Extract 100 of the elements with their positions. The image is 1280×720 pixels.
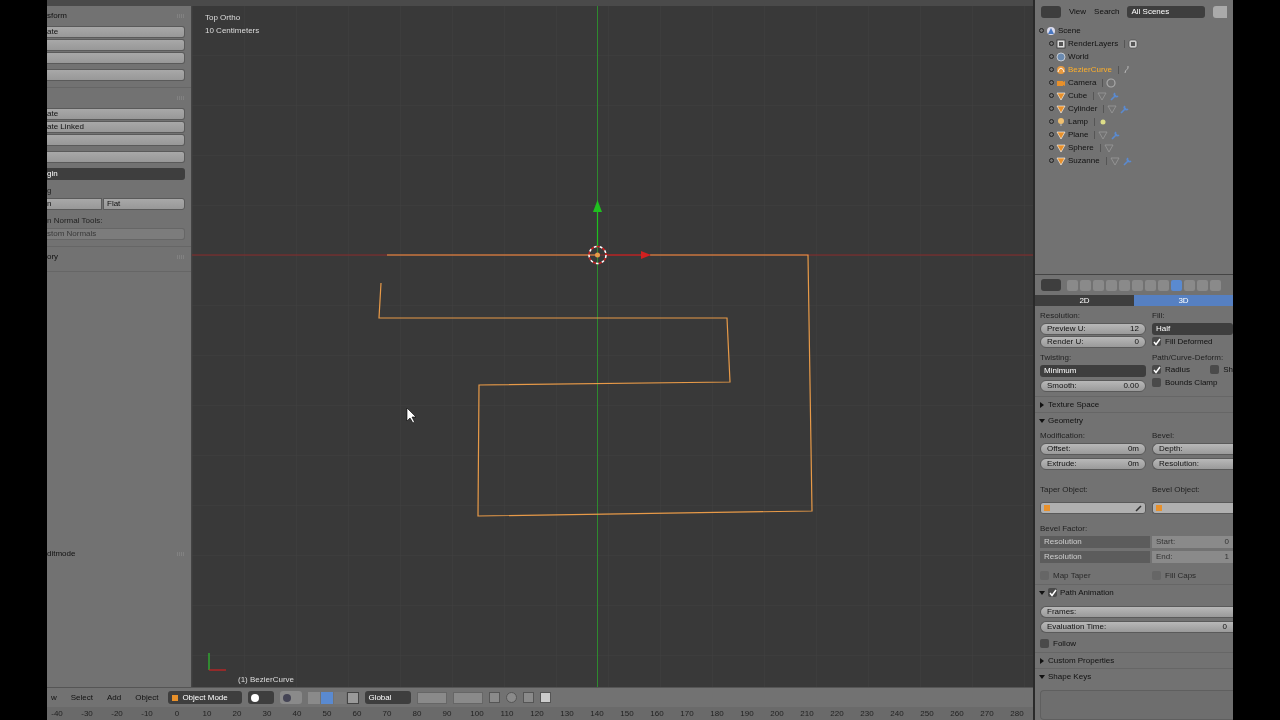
context-tab[interactable] <box>1145 279 1156 291</box>
wrench-icon[interactable] <box>1110 90 1121 101</box>
checkbox[interactable] <box>1210 365 1220 374</box>
checkbox[interactable] <box>1152 365 1161 374</box>
tree-item[interactable]: Plane <box>1068 130 1089 139</box>
context-tab[interactable] <box>1132 279 1143 291</box>
mesh-data-icon[interactable] <box>1098 129 1109 140</box>
dimension-tab[interactable]: 2D <box>1035 295 1134 306</box>
context-tab[interactable] <box>1067 279 1078 291</box>
panel-title[interactable]: ory <box>47 253 59 261</box>
panel-title[interactable]: ditmode <box>47 550 76 558</box>
tool-button[interactable] <box>47 69 185 81</box>
camera-data-icon[interactable] <box>1106 77 1117 88</box>
tree-item[interactable]: Cylinder <box>1068 104 1098 113</box>
context-tab[interactable] <box>1171 279 1182 291</box>
preview-u-field[interactable]: Preview U: 12 <box>1040 323 1146 335</box>
dropdown[interactable]: gin <box>47 168 185 180</box>
tree-item[interactable]: Scene <box>1058 26 1081 35</box>
shading-dropdown[interactable] <box>248 691 275 704</box>
context-tab[interactable] <box>1093 279 1104 291</box>
collapsed-triangle-icon[interactable] <box>1039 401 1045 408</box>
wrench-icon[interactable] <box>1122 155 1133 166</box>
expanded-triangle-icon[interactable] <box>1039 417 1045 424</box>
offset-field[interactable]: Offset: 0m <box>1040 443 1146 455</box>
checkbox[interactable] <box>1152 337 1161 346</box>
collapsed-triangle-icon[interactable] <box>1039 657 1045 664</box>
evaluation-time-field[interactable]: Evaluation Time: 0 <box>1040 621 1233 633</box>
checkbox[interactable] <box>1152 378 1161 387</box>
context-tab[interactable] <box>1184 279 1195 291</box>
factor-field[interactable]: End: 1 <box>1152 551 1233 563</box>
mode-dropdown[interactable]: Resolution <box>1040 536 1150 548</box>
curve-data-icon[interactable] <box>1122 64 1132 75</box>
menu-item[interactable]: Object <box>131 693 163 702</box>
tree-item[interactable]: World <box>1068 52 1089 61</box>
expanded-triangle-icon[interactable] <box>1039 673 1045 680</box>
wrench-icon[interactable] <box>1120 103 1131 114</box>
tool-button[interactable] <box>47 39 185 51</box>
dimension-tab[interactable]: 3D <box>1134 295 1233 306</box>
display-mode-dropdown[interactable] <box>1041 6 1061 18</box>
tool-button[interactable] <box>47 151 185 163</box>
object-field[interactable] <box>1152 502 1233 514</box>
expanded-triangle-icon[interactable] <box>1039 589 1045 596</box>
mode-dropdown[interactable]: Resolution <box>1040 551 1150 563</box>
menu-item[interactable]: Add <box>103 693 126 702</box>
twisting-dropdown[interactable]: Minimum <box>1040 365 1146 377</box>
object-field[interactable] <box>1040 502 1146 514</box>
editor-type-dropdown[interactable] <box>1041 279 1061 291</box>
resolution-field[interactable]: Resolution: <box>1152 458 1233 470</box>
3d-cursor-icon[interactable] <box>588 245 607 265</box>
menu-item[interactable]: Search <box>1094 8 1120 16</box>
panel-title[interactable]: sform <box>47 12 67 20</box>
extrude-field[interactable]: Extrude: 0m <box>1040 458 1146 470</box>
eyedropper-icon[interactable] <box>1135 504 1143 512</box>
wrench-icon[interactable] <box>1111 129 1122 140</box>
tool-button[interactable] <box>47 52 185 64</box>
tree-item[interactable]: Lamp <box>1068 117 1088 126</box>
panel-header[interactable]: Shape Keys <box>1035 668 1233 684</box>
image-icon[interactable] <box>1128 38 1139 49</box>
tool-button[interactable]: ate <box>47 108 185 120</box>
tool-button[interactable]: ate <box>47 26 185 38</box>
context-tab[interactable] <box>1197 279 1208 291</box>
scope-dropdown[interactable]: All Scenes <box>1127 6 1206 18</box>
tree-item[interactable]: Cube <box>1068 91 1088 100</box>
tree-item[interactable]: Sphere <box>1068 143 1094 152</box>
mesh-data-icon[interactable] <box>1109 155 1120 166</box>
tool-button[interactable] <box>47 134 185 146</box>
render-u-field[interactable]: Render U: 0 <box>1040 336 1146 348</box>
frames-field[interactable]: Frames: <box>1040 606 1233 618</box>
tree-item[interactable]: BezierCurve <box>1068 65 1112 74</box>
tree-item[interactable]: RenderLayers <box>1068 39 1119 48</box>
menu-item[interactable]: w <box>47 693 61 702</box>
3d-viewport[interactable]: Top Ortho 10 Centimeters (1) BezierCurve <box>192 6 1033 687</box>
shading-button[interactable]: Flat <box>103 198 185 210</box>
tool-button[interactable]: ate Linked <box>47 121 185 133</box>
tree-item[interactable]: Camera <box>1068 78 1097 87</box>
mesh-data-icon[interactable] <box>1107 103 1118 114</box>
panel-header[interactable]: Texture Space <box>1035 396 1233 412</box>
mesh-data-icon[interactable] <box>1097 90 1108 101</box>
pivot-dropdown[interactable] <box>280 691 303 704</box>
context-tab[interactable] <box>1106 279 1117 291</box>
checkbox[interactable] <box>1048 588 1057 597</box>
panel-header[interactable]: Custom Properties <box>1035 652 1233 668</box>
smooth-field[interactable]: Smooth: 0.00 <box>1040 380 1146 392</box>
mode-dropdown[interactable]: Object Mode <box>168 691 243 704</box>
tree-item[interactable]: Suzanne <box>1068 156 1100 165</box>
context-tab[interactable] <box>1119 279 1130 291</box>
fill-dropdown[interactable]: Half <box>1152 323 1233 335</box>
orientation-dropdown[interactable]: Global <box>365 691 412 704</box>
depth-field[interactable]: Depth: <box>1152 443 1233 455</box>
context-tab[interactable] <box>1158 279 1169 291</box>
mesh-data-icon[interactable] <box>1103 142 1114 153</box>
menu-item[interactable]: View <box>1068 8 1087 16</box>
shading-button[interactable]: n <box>47 198 102 210</box>
context-tab[interactable] <box>1210 279 1221 291</box>
shape-key-list[interactable] <box>1040 690 1233 720</box>
checkbox[interactable] <box>1040 639 1049 648</box>
panel-header[interactable]: Geometry <box>1035 412 1233 428</box>
context-tab[interactable] <box>1080 279 1091 291</box>
transform-arrows[interactable] <box>593 200 651 259</box>
panel-header[interactable]: Path Animation <box>1035 584 1233 600</box>
